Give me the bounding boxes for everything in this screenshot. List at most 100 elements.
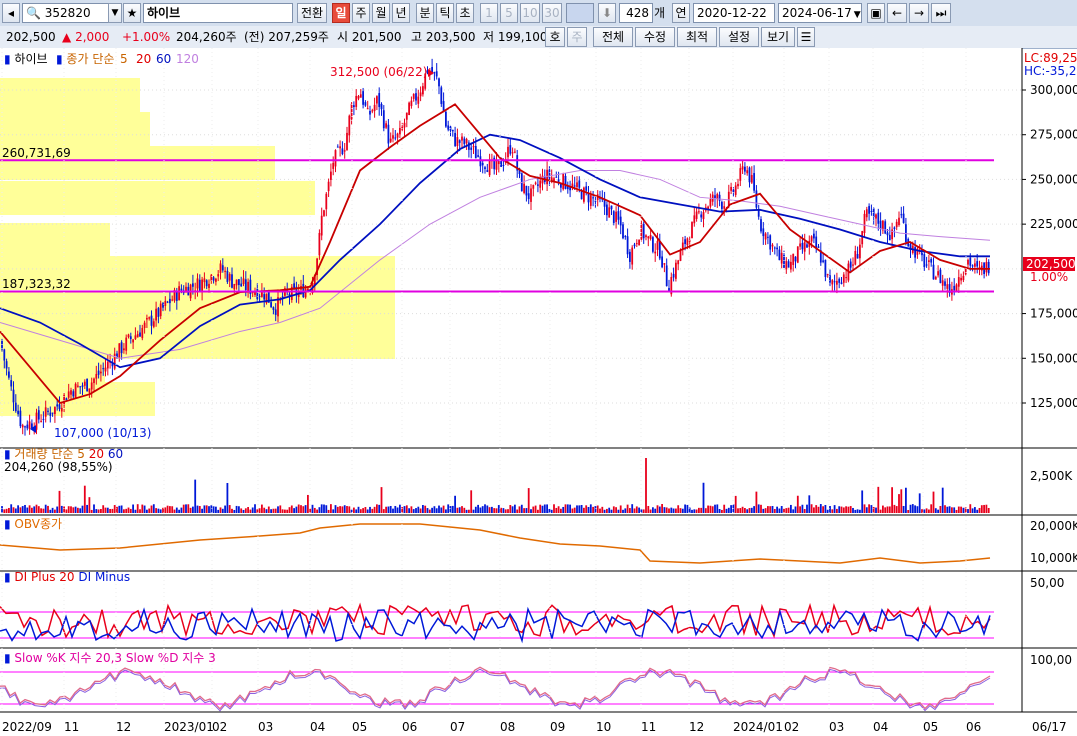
scroll-left-icon[interactable]: ← [887,3,907,23]
volume-bar [884,507,887,513]
bar-count-input[interactable]: 428 [619,3,653,23]
candle-body [247,281,249,291]
date-tick: 2022/09 [2,720,52,734]
candle-body [205,280,208,287]
volume-bar [626,504,629,513]
menu-edit-button[interactable]: 수정 [635,27,675,47]
candle-body [888,234,891,241]
period-minute-button[interactable]: 분 [416,3,434,23]
menu-all-button[interactable]: 전체 [593,27,633,47]
candle-body [70,390,72,395]
menu-view-button[interactable]: 보기 [761,27,795,47]
interval-5-button[interactable]: 5 [500,3,518,23]
stock-chart[interactable]: 300,000 275,000 250,000 225,000 175,000 150,0… [0,48,1077,736]
stock-dropdown-button[interactable]: ▼ [108,3,122,23]
volume-bar [88,497,91,513]
volume-bar [744,508,746,513]
interval-1-button[interactable]: 1 [480,3,498,23]
volume-bar [470,490,473,513]
volume-bar [323,504,325,513]
date-tick: 03 [829,720,844,734]
volume-bar [525,508,528,513]
volume-bar [727,507,730,513]
volume-bar [226,483,229,513]
volume-bar [65,509,68,513]
volume-bar [21,506,24,513]
volume-bar [77,507,79,513]
candle-body [118,343,121,359]
candle-body [332,162,335,169]
volume-bar [327,509,330,513]
volume-bar [79,508,82,513]
period-week-button[interactable]: 주 [352,3,370,23]
prev-stock-button[interactable]: ◂ [2,3,20,23]
candle-body [399,127,401,135]
candle-body [967,259,969,265]
interval-custom-input[interactable] [566,3,594,23]
scroll-right-icon[interactable]: → [909,3,929,23]
candle-body [364,102,367,106]
volume-bar [189,507,192,513]
favorite-star-button[interactable]: ★ [123,3,141,23]
volume-bar [293,508,295,513]
candle-body [104,367,107,372]
volume-bar [10,504,13,513]
volume-bar [410,506,413,513]
start-date-input[interactable]: 2020-12-22 [693,3,775,23]
period-second-button[interactable]: 초 [456,3,474,23]
stock-code-input[interactable]: 🔍 352820 [22,3,122,23]
volume-bar [451,505,454,513]
volume-bar [8,507,10,513]
candle-body [440,87,443,104]
candle-body [831,280,834,285]
candle-body [392,135,394,139]
period-year-button[interactable]: 년 [392,3,410,23]
volume-bar [702,482,705,513]
period-tick-button[interactable]: 틱 [436,3,454,23]
volume-bar [399,504,401,513]
convert-button[interactable]: 전환 [297,3,327,23]
layout-icon[interactable]: ☰ [797,27,815,47]
volume-bar [566,504,569,513]
volume-bar [357,506,360,513]
volume-bar [336,506,339,513]
candle-body [833,281,836,283]
candle-body [362,91,364,105]
menu-settings-button[interactable]: 설정 [719,27,759,47]
candle-body [974,263,976,267]
volume-bar [196,505,199,513]
candle-body [403,122,406,128]
candle-body [925,264,928,266]
volume-bar [270,509,272,513]
volume-bar [244,508,247,513]
date-mode-button[interactable]: 연 [672,3,690,23]
candle-body [723,206,726,209]
volume-bar [433,506,436,513]
period-day-button[interactable]: 일 [332,3,350,23]
volume-bar [403,506,406,513]
candle-body [840,282,843,284]
candle-body [357,96,360,99]
interval-30-button[interactable]: 30 [542,3,562,23]
volume-bar [824,504,827,513]
volume-bar [261,504,263,513]
volume-bar [665,507,668,513]
save-icon[interactable]: ▣ [867,3,885,23]
candle-body [8,371,10,378]
scroll-end-icon[interactable]: ⏭ [931,3,951,23]
quote-button[interactable]: 호 [545,27,565,47]
interval-10-button[interactable]: 10 [520,3,540,23]
date-tick: 04 [310,720,325,734]
download-arrow-button[interactable]: ⬇ [598,3,616,23]
candle-body [698,211,700,213]
volume-bar [679,508,682,513]
volume-bar [5,508,8,513]
week-toggle-button[interactable]: 주 [567,27,587,47]
menu-optimize-button[interactable]: 최적 [677,27,717,47]
volume-bar [647,505,650,513]
end-date-input[interactable]: 2024-06-17 ▼ [778,3,862,23]
volume-bar [286,509,289,513]
period-month-button[interactable]: 월 [372,3,390,23]
candle-body [573,185,576,187]
volume-bar [228,505,231,513]
